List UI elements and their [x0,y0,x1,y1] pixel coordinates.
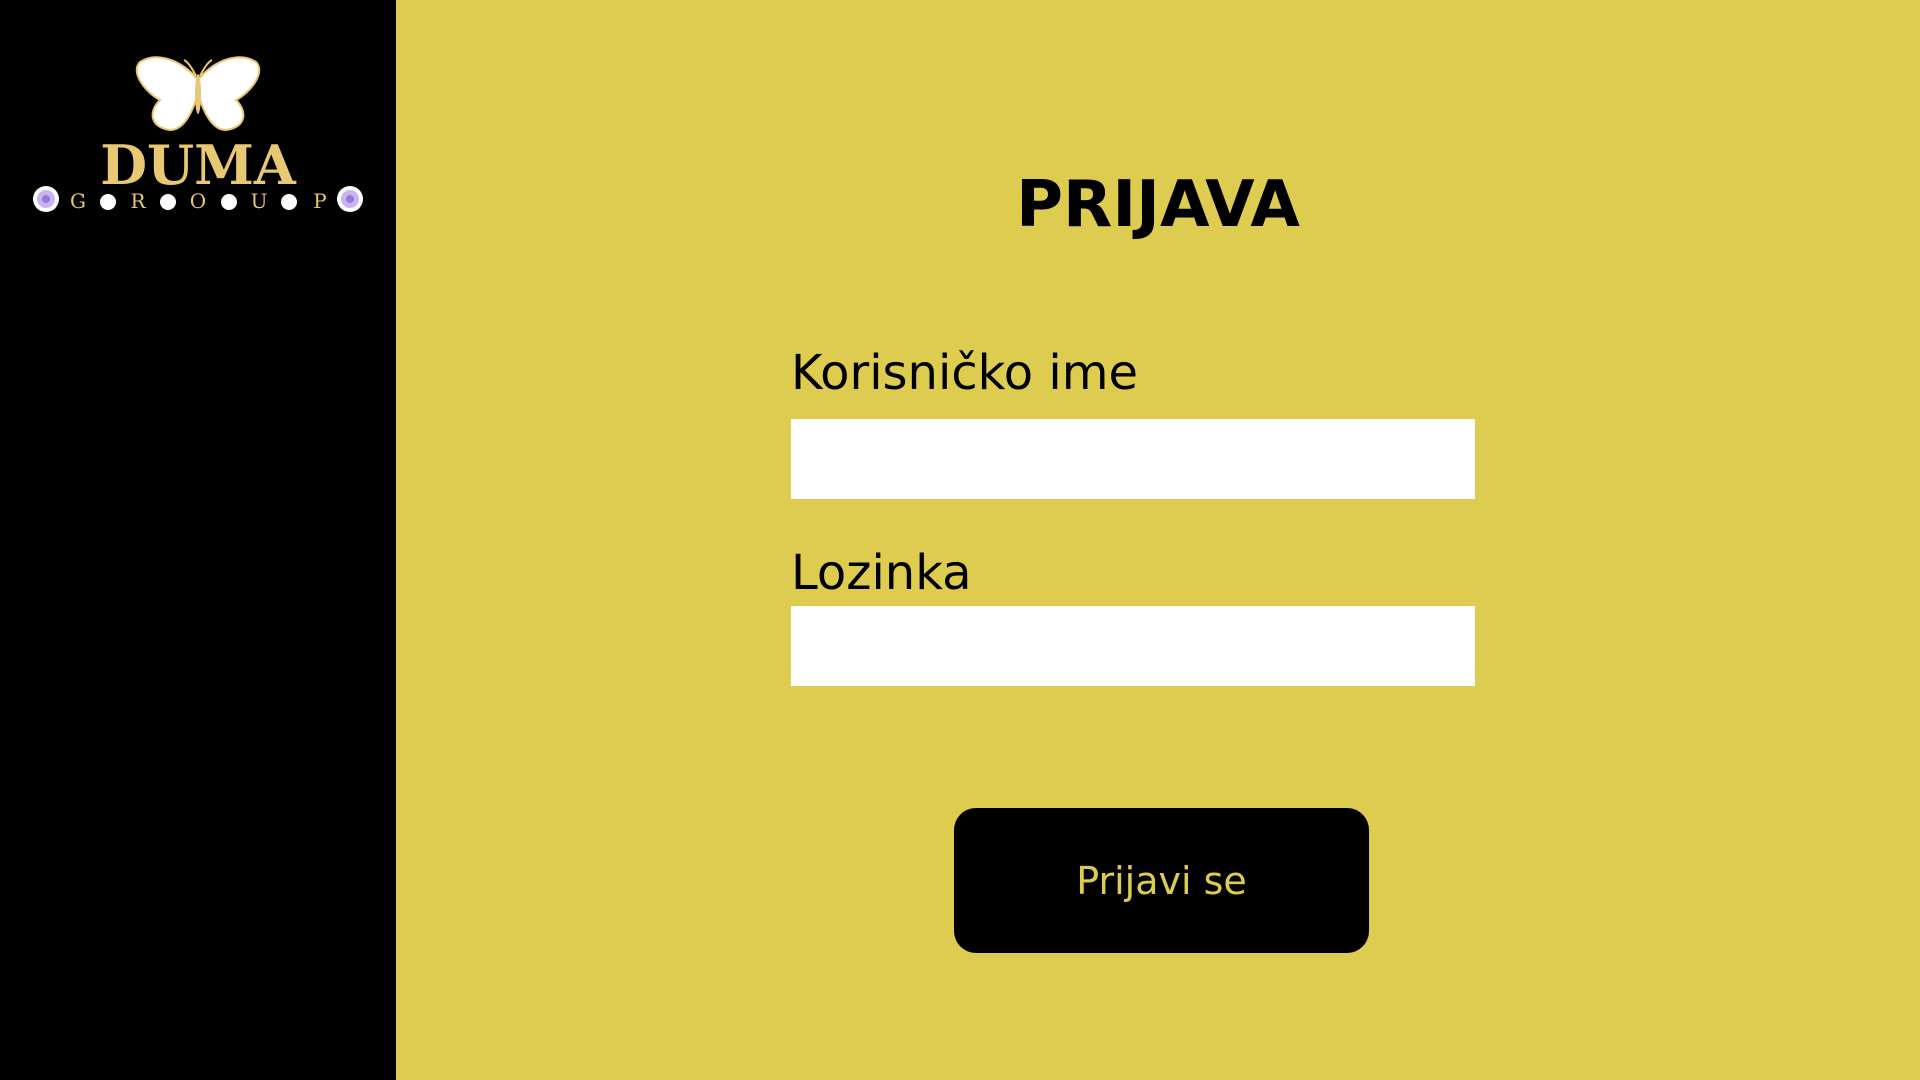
butterfly-icon [135,56,261,132]
username-input[interactable] [791,419,1475,499]
dot-separator [281,194,297,210]
dot-separator [100,194,116,210]
brand-logo: DUMA G R O U P [30,32,366,222]
login-panel: PRIJAVA Korisničko ime Lozinka Prijavi s… [396,0,1920,1080]
rose-icon [33,186,59,212]
brand-subtitle-letter: P [313,189,326,213]
brand-subtitle-letter: O [190,189,206,213]
sidebar: DUMA G R O U P [0,0,396,1080]
brand-subtitle-letter: U [251,189,268,213]
brand-subtitle-letter: G [70,189,86,213]
username-label: Korisničko ime [791,345,1139,401]
password-input[interactable] [791,606,1475,686]
dot-separator [160,194,176,210]
password-label: Lozinka [791,545,972,601]
dot-separator [221,194,237,210]
page-title: PRIJAVA [1016,168,1300,242]
login-page: DUMA G R O U P PRIJAVA Korisničko ime Lo… [0,0,1920,1080]
brand-name: DUMA [100,133,297,197]
login-button[interactable]: Prijavi se [954,808,1369,953]
rose-icon [337,186,363,212]
brand-subtitle-letter: R [130,189,146,213]
brand-logo-graphic: DUMA G R O U P [33,56,363,213]
